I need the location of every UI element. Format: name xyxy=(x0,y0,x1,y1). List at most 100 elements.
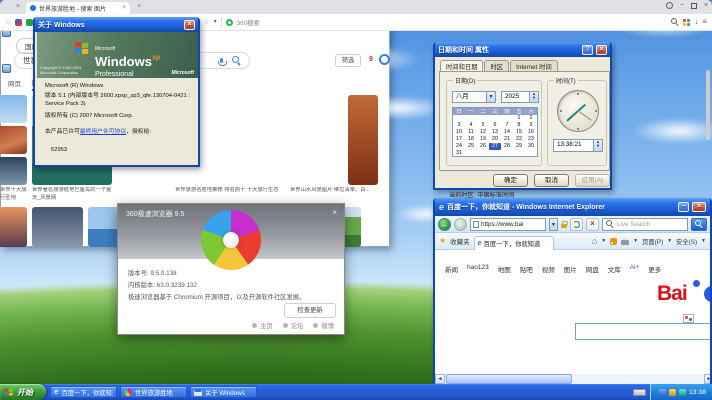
year-spinner[interactable]: 2025 ▲ ▼ xyxy=(501,91,539,103)
calendar-day[interactable]: 18 xyxy=(465,136,477,143)
baidu-nav-link[interactable]: 图片 xyxy=(564,264,577,274)
image-thumbnail[interactable] xyxy=(348,95,378,185)
baidu-nav-link[interactable]: 地图 xyxy=(498,264,511,274)
rewards-icon[interactable] xyxy=(379,54,390,65)
taskbar-button[interactable]: e 百度一下，你就知道 xyxy=(50,386,117,398)
chevron-down-icon[interactable]: ▼ xyxy=(601,238,606,244)
scroll-left-icon[interactable]: ◄ xyxy=(435,374,445,384)
calendar-day[interactable]: 17 xyxy=(453,136,465,143)
language-bar-icon[interactable] xyxy=(633,389,646,396)
menu-icon[interactable]: ≡ xyxy=(702,18,707,26)
calendar-day[interactable]: 28 xyxy=(501,143,513,150)
desktop-icon[interactable] xyxy=(2,64,11,73)
baidu-nav-link[interactable]: 贴吧 xyxy=(520,264,533,274)
user-icon[interactable] xyxy=(665,2,673,9)
ie-tab[interactable]: e 百度一下，你就知道 xyxy=(473,235,554,250)
datetime-titlebar[interactable]: 日期和时间 属性 ? × xyxy=(435,42,610,57)
feed-icon[interactable] xyxy=(610,237,618,245)
scrollbar[interactable] xyxy=(706,70,710,140)
address-bar[interactable]: https://www.bai xyxy=(470,217,546,231)
image-caption[interactable]: 世界十大旅行圣地 xyxy=(0,187,27,202)
baidu-nav-link[interactable]: 网盘 xyxy=(586,264,599,274)
calendar-day[interactable]: 12 xyxy=(477,129,489,136)
calendar-day[interactable]: 27 xyxy=(489,143,501,150)
image-thumbnail[interactable] xyxy=(0,157,27,185)
month-select[interactable]: 八月 ▼ xyxy=(452,91,496,103)
baidu-nav-link[interactable]: 视频 xyxy=(542,264,555,274)
close-icon[interactable]: × xyxy=(692,202,706,212)
refresh-button[interactable] xyxy=(570,217,583,231)
calendar-day[interactable]: 3 xyxy=(453,122,465,129)
start-button[interactable]: 开始 xyxy=(0,384,46,400)
new-tab-icon[interactable]: + xyxy=(137,3,141,10)
apply-button[interactable]: 应用(A) xyxy=(575,174,610,187)
download-icon[interactable]: ↓ xyxy=(694,18,698,26)
volume-icon[interactable] xyxy=(678,388,686,396)
calendar-day[interactable]: 30 xyxy=(525,143,537,150)
result-tab[interactable]: 网页 xyxy=(8,78,21,90)
time-spinner[interactable]: 13:38:21 ▲ ▼ xyxy=(553,139,603,152)
calendar-day[interactable]: 20 xyxy=(489,136,501,143)
live-search-input[interactable]: Live Search xyxy=(602,217,688,231)
search-icon[interactable] xyxy=(671,18,679,26)
chevron-down-icon[interactable]: ▼ xyxy=(486,92,495,102)
calendar-day[interactable]: 2 xyxy=(525,115,537,122)
tray-clock[interactable]: 13:38 xyxy=(689,389,706,396)
image-caption[interactable]: 世界著名旅游胜地巴厘岛的一个夏天_风景网 xyxy=(32,187,112,202)
calendar-day[interactable]: 10 xyxy=(453,129,465,136)
search-engine-field[interactable]: 360搜索 xyxy=(237,18,260,27)
calendar-day[interactable]: 13 xyxy=(489,129,501,136)
ok-button[interactable]: 确定 xyxy=(493,174,528,187)
stop-button[interactable]: × xyxy=(586,217,599,231)
image-thumbnail[interactable] xyxy=(32,207,83,247)
chevron-down-icon[interactable]: ▾ xyxy=(214,19,217,25)
image-caption[interactable]: 世界山水风景图片 维拉清单，白... xyxy=(290,187,378,195)
calendar-day[interactable]: 4 xyxy=(465,122,477,129)
calendar-day[interactable]: 14 xyxy=(501,129,513,136)
spinner-arrows[interactable]: ▲ ▼ xyxy=(529,92,538,102)
bookmark-star-icon[interactable]: ☆ xyxy=(5,19,11,26)
calendar-day[interactable]: 31 xyxy=(453,150,465,157)
calendar-day[interactable]: 8 xyxy=(513,122,525,129)
page-menu[interactable]: 页面(P) xyxy=(642,237,663,246)
taskbar-button[interactable]: 关于 Windows xyxy=(190,386,257,398)
search-icon[interactable] xyxy=(232,56,241,65)
calendar-day[interactable]: 26 xyxy=(477,143,489,150)
ie-titlebar[interactable]: e 百度一下，你就知道 - Windows Internet Explorer … xyxy=(435,198,710,216)
calendar-day[interactable]: 5 xyxy=(477,122,489,129)
calendar-day[interactable]: 21 xyxy=(501,136,513,143)
spinner-arrows[interactable]: ▲ ▼ xyxy=(593,140,602,151)
close-tab-icon[interactable]: × xyxy=(122,5,126,11)
calendar-day[interactable]: 24 xyxy=(453,143,465,150)
minimize-icon[interactable]: − xyxy=(678,202,689,212)
horizontal-scrollbar[interactable]: ◄ ► xyxy=(435,374,710,384)
baidu-nav-link[interactable]: hao123 xyxy=(467,264,489,274)
calendar-day[interactable]: 7 xyxy=(501,122,513,129)
calendar-day[interactable]: 22 xyxy=(513,136,525,143)
calendar-day[interactable]: 16 xyxy=(525,129,537,136)
cancel-button[interactable]: 取消 xyxy=(534,174,569,187)
taskbar-button[interactable]: 世界旅游胜地 xyxy=(120,386,187,398)
close-icon[interactable]: × xyxy=(596,44,607,55)
image-thumbnail[interactable] xyxy=(0,126,27,154)
browser-tab[interactable]: 世界旅游胜地 - 搜索 图片 × xyxy=(26,2,130,14)
favorites-button[interactable]: 收藏夹 xyxy=(450,236,470,246)
calendar-day[interactable]: 15 xyxy=(513,129,525,136)
network-icon[interactable] xyxy=(658,388,666,396)
check-update-button[interactable]: 检查更新 xyxy=(284,303,336,318)
forward-icon[interactable]: → xyxy=(454,217,467,231)
calendar-day[interactable]: 6 xyxy=(489,122,501,129)
close-tab-icon[interactable]: × xyxy=(16,3,20,10)
about-footer-link[interactable]: 微博 xyxy=(313,321,334,330)
print-icon[interactable] xyxy=(621,238,630,245)
scroll-thumb[interactable] xyxy=(446,374,572,384)
baidu-nav-link[interactable]: Ai+ xyxy=(630,264,640,274)
calendar-day[interactable]: 19 xyxy=(477,136,489,143)
favorites-star-icon[interactable]: ★ xyxy=(439,237,446,245)
image-caption[interactable]: 世界旅游名胜地推荐 排名前十 十大旅行生态 xyxy=(175,187,281,195)
maximize-icon[interactable] xyxy=(690,2,697,9)
search-go-button[interactable] xyxy=(691,217,707,231)
scroll-right-icon[interactable]: ► xyxy=(704,374,710,384)
about-windows-titlebar[interactable]: 关于 Windows × xyxy=(35,17,198,32)
bookmark-icon[interactable] xyxy=(15,18,23,26)
